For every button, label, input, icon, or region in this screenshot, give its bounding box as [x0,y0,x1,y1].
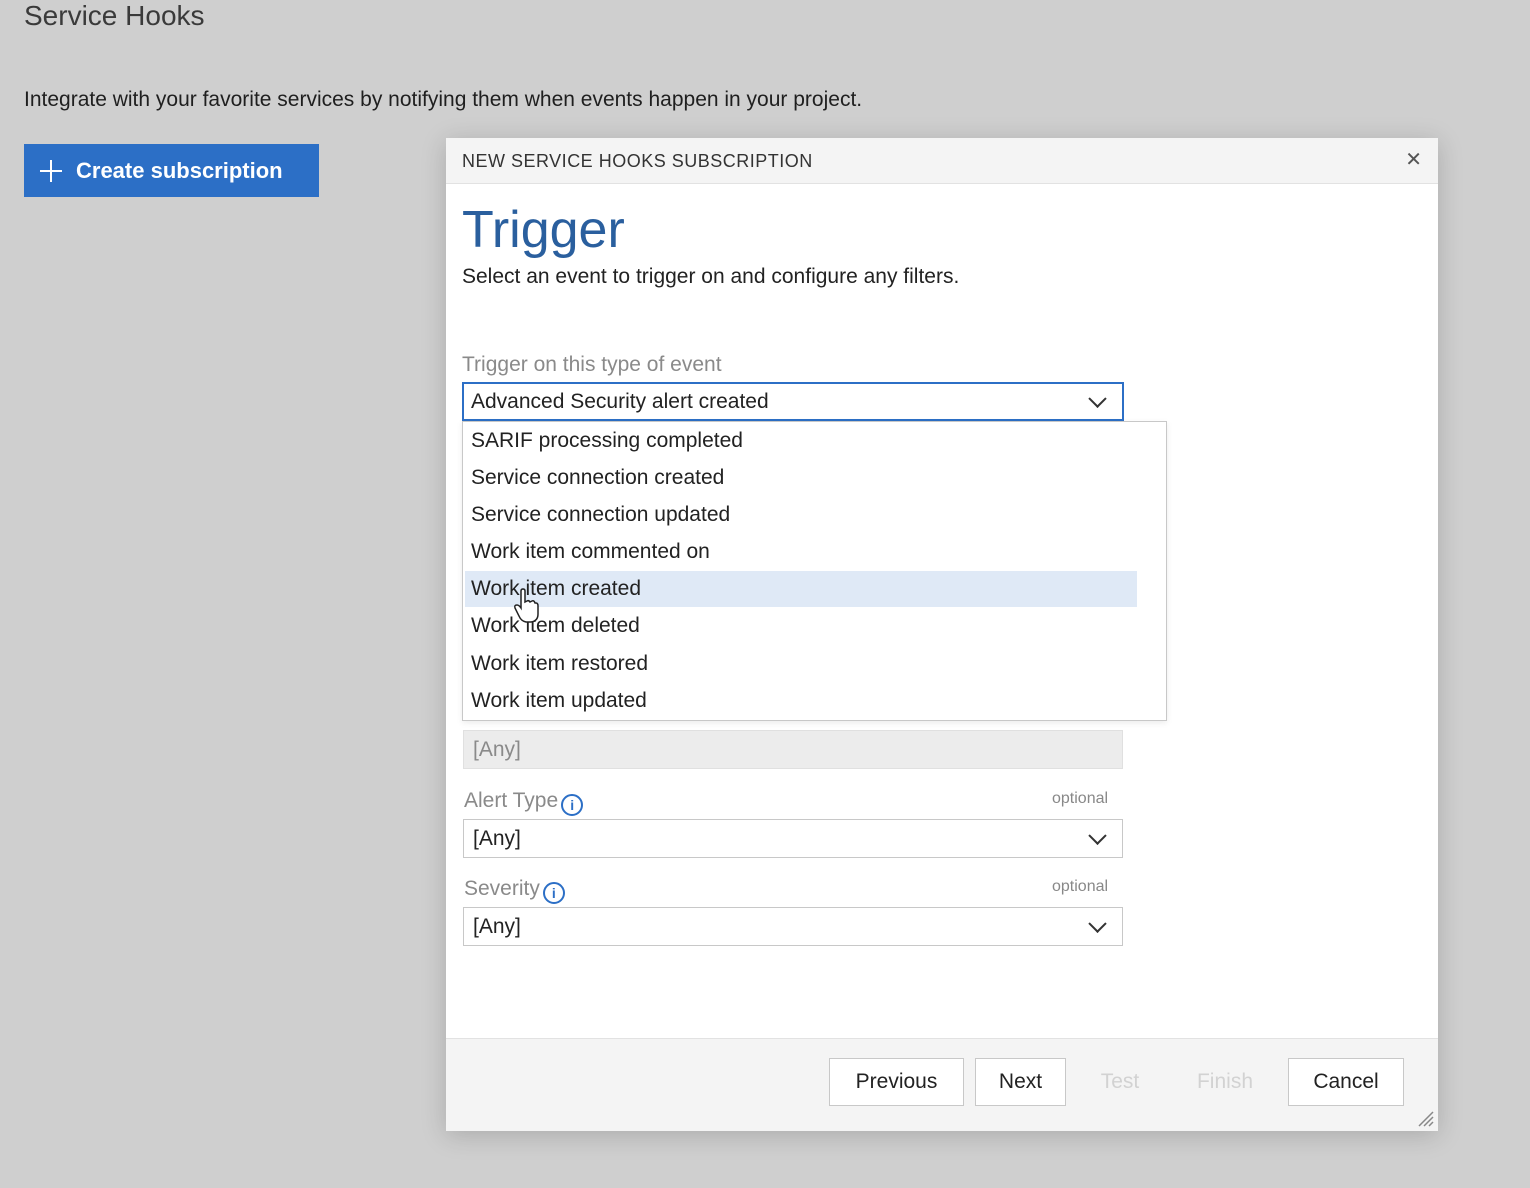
chevron-down-icon [1088,914,1107,933]
severity-select[interactable]: [Any] [463,907,1123,946]
dropdown-option-hovered[interactable]: Work item created [465,571,1137,607]
new-subscription-dialog: NEW SERVICE HOOKS SUBSCRIPTION ✕ Trigger… [446,138,1438,1131]
dialog-title: NEW SERVICE HOOKS SUBSCRIPTION [462,151,813,171]
dialog-footer: Previous Next Test Finish Cancel [446,1038,1438,1131]
page-description: Integrate with your favorite services by… [24,88,863,111]
dropdown-option[interactable]: Work item restored [465,646,1137,682]
alert-type-value: [Any] [473,826,521,850]
info-icon[interactable]: i [542,882,565,904]
dropdown-option[interactable]: Work item deleted [465,608,1137,644]
plus-icon [40,159,62,182]
page-title: Service Hooks [24,0,205,31]
event-type-value: Advanced Security alert created [471,389,769,413]
alert-type-select[interactable]: [Any] [463,819,1123,858]
cancel-button[interactable]: Cancel [1288,1058,1404,1106]
dropdown-option[interactable]: Service connection updated [465,497,1137,533]
previous-button[interactable]: Previous [829,1058,964,1106]
disabled-filter-value: [Any] [473,737,521,761]
alert-type-label-text: Alert Type [464,789,559,812]
dropdown-option[interactable]: SARIF processing completed [465,423,1137,459]
severity-label: Severity i [464,877,565,904]
dropdown-option[interactable]: Work item updated [465,683,1137,719]
event-type-label: Trigger on this type of event [462,353,722,376]
dialog-header: NEW SERVICE HOOKS SUBSCRIPTION ✕ [446,138,1438,184]
dropdown-option[interactable]: Service connection created [465,460,1137,496]
finish-button: Finish [1180,1058,1270,1106]
event-type-select[interactable]: Advanced Security alert created [462,382,1124,421]
test-button: Test [1076,1058,1164,1106]
severity-optional: optional [1052,878,1109,895]
alert-type-optional: optional [1052,790,1109,807]
next-button[interactable]: Next [975,1058,1066,1106]
info-icon[interactable]: i [561,794,584,816]
disabled-filter-field: [Any] [463,730,1123,769]
resize-grip-icon[interactable] [1416,1109,1434,1127]
severity-label-text: Severity [464,877,540,900]
event-type-dropdown-list: SARIF processing completed Service conne… [462,421,1167,721]
dropdown-option[interactable]: Work item commented on [465,534,1137,570]
alert-type-label: Alert Type i [464,789,584,816]
chevron-down-icon [1088,826,1107,845]
step-title: Trigger [462,201,625,259]
severity-value: [Any] [473,914,521,938]
close-icon[interactable]: ✕ [1405,150,1422,170]
create-subscription-label: Create subscription [76,157,283,183]
step-description: Select an event to trigger on and config… [462,265,960,288]
hand-cursor-icon [514,588,539,623]
chevron-down-icon [1088,389,1107,408]
create-subscription-button[interactable]: Create subscription [24,144,319,197]
